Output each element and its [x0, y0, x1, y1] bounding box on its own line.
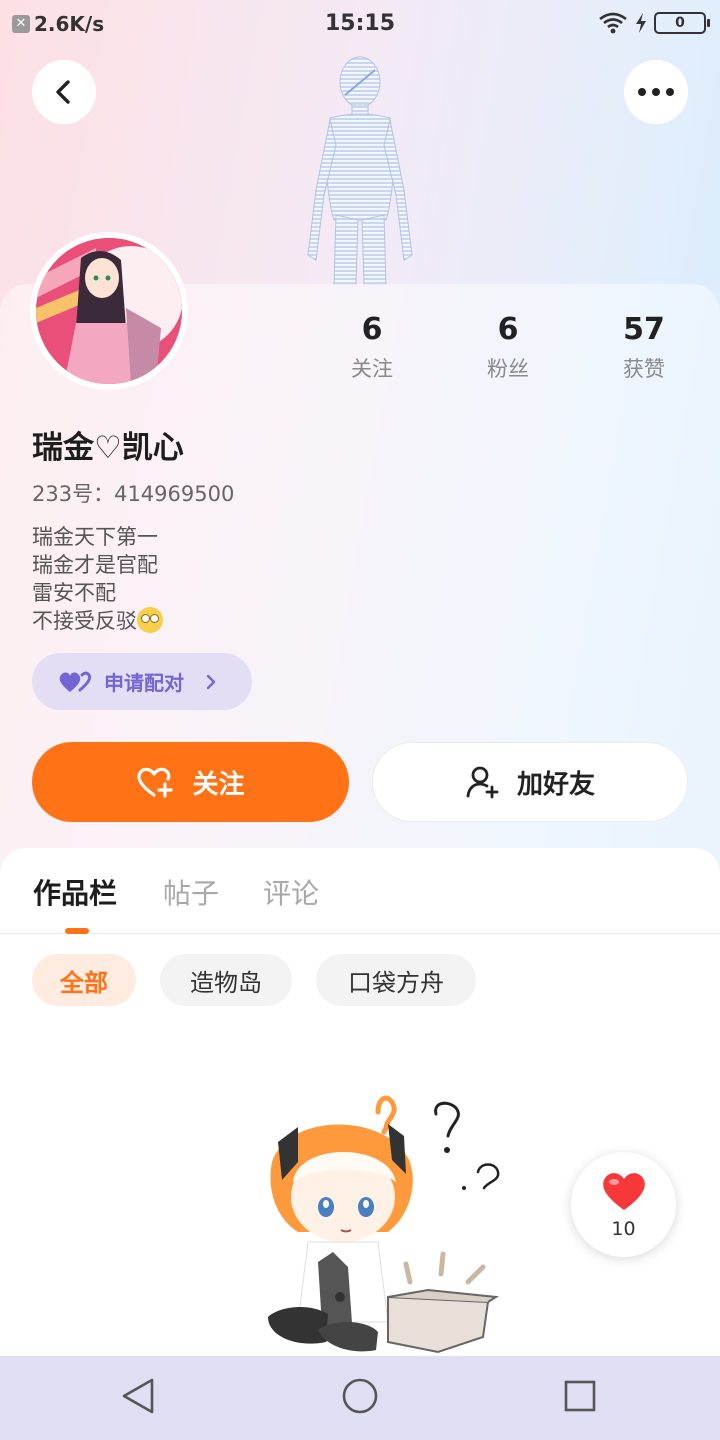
filter-pocket-ark[interactable]: 口袋方舟 [316, 954, 476, 1006]
back-icon [56, 80, 70, 104]
charging-icon [636, 13, 646, 33]
heart-plus-icon [137, 767, 174, 798]
follow-label: 关注 [192, 769, 245, 800]
like-floating-button[interactable]: 10 [571, 1152, 676, 1257]
avatar-image [36, 238, 182, 384]
status-right: 0 [598, 12, 710, 34]
system-navigation-bar [0, 1356, 720, 1440]
more-icon [638, 88, 674, 96]
add-friend-label: 加好友 [516, 769, 595, 800]
add-friend-button[interactable]: 加好友 [372, 742, 688, 822]
bio-line-with-emoji: 不接受反驳 [32, 607, 163, 635]
eye-roll-emoji-icon [137, 607, 163, 633]
heart-icon [603, 1173, 645, 1210]
wifi-icon [599, 12, 627, 34]
battery-indicator: 0 [654, 12, 710, 34]
profile-tabs: 作品栏 帖子 评论 [0, 848, 720, 934]
bio-line: 不接受反驳 [32, 609, 137, 633]
bio-line: 瑞金才是官配 [32, 553, 158, 577]
stat-value: 6 [361, 312, 383, 347]
more-button[interactable] [624, 60, 688, 124]
stat-label: 粉丝 [487, 357, 529, 381]
like-count: 10 [611, 1218, 636, 1240]
stat-followers[interactable]: 6 粉丝 [438, 312, 578, 383]
double-heart-icon [59, 671, 92, 692]
nav-back-icon[interactable] [120, 1376, 156, 1416]
follow-button[interactable]: 关注 [32, 742, 349, 822]
back-button[interactable] [32, 60, 96, 124]
profile-bio: 瑞金天下第一 瑞金才是官配 雷安不配 不接受反驳 [32, 523, 163, 635]
stat-likes[interactable]: 57 获赞 [574, 312, 714, 383]
active-tab-indicator [65, 928, 89, 934]
apply-pair-label: 申请配对 [104, 671, 184, 695]
avatar-hologram-figure [307, 56, 413, 285]
bio-line: 雷安不配 [32, 581, 116, 605]
stat-value: 57 [623, 312, 665, 347]
nav-recents-icon[interactable] [564, 1376, 596, 1416]
filter-all[interactable]: 全部 [32, 954, 136, 1006]
profile-name: 瑞金♡凯心 [32, 430, 184, 466]
tab-posts[interactable]: 帖子 [163, 872, 219, 912]
chevron-right-icon [206, 674, 216, 689]
avatar-illustration [36, 238, 182, 384]
tab-comments[interactable]: 评论 [263, 872, 319, 912]
avatar[interactable] [30, 232, 188, 390]
tab-works[interactable]: 作品栏 [33, 872, 117, 912]
stat-value: 6 [497, 312, 519, 347]
filter-creation-island[interactable]: 造物岛 [160, 954, 292, 1006]
status-bar: ✕ 2.6K/s 15:15 0 [0, 0, 720, 50]
stat-following[interactable]: 6 关注 [302, 312, 442, 383]
stat-label: 获赞 [623, 357, 665, 381]
profile-uid: 233号：414969500 [32, 482, 235, 506]
empty-state-illustration [268, 1095, 500, 1354]
stat-label: 关注 [351, 357, 393, 381]
nav-home-icon[interactable] [342, 1376, 378, 1416]
bio-line: 瑞金天下第一 [32, 525, 158, 549]
user-plus-icon [466, 766, 499, 799]
profile-stats: 6 关注 6 粉丝 57 获赞 [300, 312, 720, 392]
apply-pair-button[interactable]: 申请配对 [32, 653, 252, 710]
